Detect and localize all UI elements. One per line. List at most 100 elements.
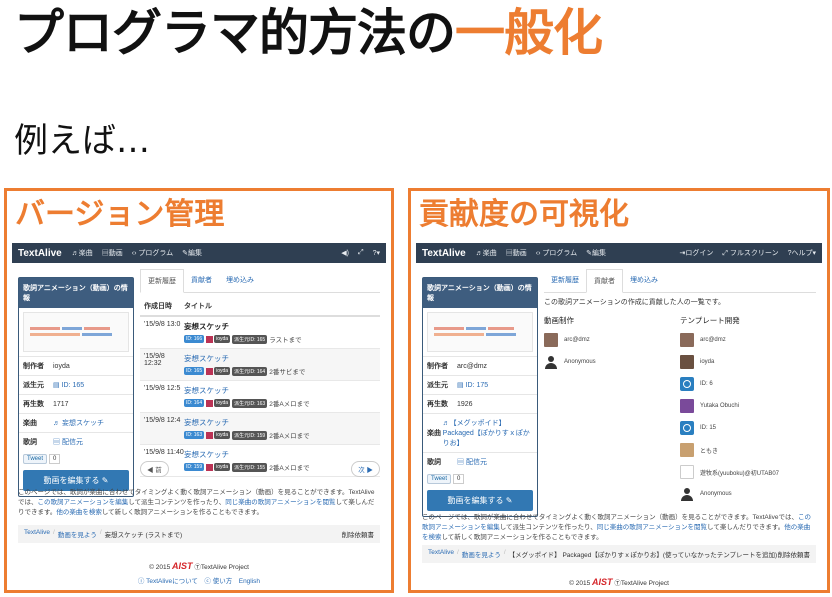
breadcrumb-videos[interactable]: 動画を見よう	[462, 549, 501, 559]
brand-logo[interactable]: TextAlive	[422, 248, 466, 259]
tweet-button[interactable]: Tweet	[23, 454, 48, 464]
info-row-plays: 再生数 1926	[423, 394, 537, 413]
video-thumbnail[interactable]	[427, 312, 533, 352]
breadcrumb-home[interactable]: TextAlive	[24, 529, 50, 539]
contributor-name: Anonymous	[700, 491, 732, 497]
row-value[interactable]: ioyda	[53, 363, 70, 370]
browse-link[interactable]: 同じ楽曲の歌詞アニメーションを閲覧	[225, 499, 335, 506]
row-value[interactable]: ♬ 妄想スケッチ	[53, 418, 104, 428]
breadcrumb: TextAlive / 動画を見よう / 【メグッポイド】 Packaged【ぽかり…	[422, 545, 816, 563]
tab-history[interactable]: 更新履歴	[140, 269, 184, 293]
tab-embed[interactable]: 埋め込み	[623, 269, 665, 292]
navbar: TextAlive ♬楽曲 ▤動画 ‹› プログラム ✎編集 ⇥ログイン ⤢ フ…	[416, 243, 822, 263]
contributor-name: arc@dmz	[564, 337, 590, 343]
nav-videos[interactable]: ▤動画	[102, 248, 123, 258]
contributor[interactable]: 遊牧系(yuuboku)@初UTAB07	[680, 462, 816, 482]
tab-embed[interactable]: 埋め込み	[219, 269, 261, 292]
delete-request-link[interactable]: 削除依頼書	[342, 529, 375, 539]
row-title[interactable]: 妄想スケッチ	[184, 385, 376, 396]
row-title: 妄想スケッチ	[184, 322, 229, 331]
contributor[interactable]: Anonymous	[544, 352, 680, 372]
desc-text: して新しく歌詞アニメーションを作ることもできます。	[441, 534, 603, 541]
help-menu[interactable]: ?ヘルプ▾	[788, 248, 816, 258]
login-link[interactable]: ⇥ログイン	[680, 248, 714, 258]
nav-songs[interactable]: ♬楽曲	[72, 248, 93, 258]
nav-songs[interactable]: ♬楽曲	[476, 248, 497, 258]
delete-request-link[interactable]: 削除依頼書	[778, 549, 811, 559]
row-title[interactable]: 妄想スケッチ	[184, 417, 376, 428]
project-logo[interactable]: ⓉTextAlive Project	[614, 580, 669, 587]
history-table: 作成日時 タイトル '15/9/8 13:0 妄想スケッチ ID: 166 ioyd…	[140, 297, 380, 477]
nav-edit[interactable]: ✎編集	[586, 248, 606, 258]
row-title[interactable]: 妄想スケッチ	[184, 353, 376, 364]
video-thumbnail[interactable]	[23, 312, 129, 352]
aist-logo[interactable]: AIST	[592, 577, 613, 587]
edit-link[interactable]: この歌詞アニメーションを編集	[38, 499, 129, 506]
breadcrumb-home[interactable]: TextAlive	[428, 549, 454, 559]
table-row[interactable]: '15/9/8 12:5 妄想スケッチ ID: 164 ioyda 派生元ID: 1…	[140, 381, 380, 413]
info-row-origin: 派生元 ▤ ID: 165	[19, 375, 133, 394]
contributor[interactable]: ID: 15	[680, 418, 816, 438]
row-date: '15/9/8 12:32	[144, 353, 165, 367]
desc-text: して派生コンテンツを作ったり、	[499, 524, 597, 531]
prev-page-button[interactable]: ◀ 前	[140, 461, 169, 477]
nav-programs[interactable]: ‹› プログラム	[536, 248, 577, 258]
avatar	[680, 333, 694, 347]
nav-videos[interactable]: ▤動画	[506, 248, 527, 258]
table-row[interactable]: '15/9/8 12:4 妄想スケッチ ID: 163 ioyda 派生元ID: 1…	[140, 413, 380, 445]
row-value[interactable]: ▤ ID: 165	[53, 381, 84, 389]
edit-video-button[interactable]: 動画を編集する ✎	[427, 490, 533, 511]
row-key: 楽曲	[427, 430, 441, 437]
volume-icon[interactable]: ◀)	[341, 249, 349, 257]
tab-contributors[interactable]: 貢献者	[586, 269, 623, 293]
project-logo[interactable]: ⓉTextAlive Project	[194, 564, 249, 571]
tab-contributors[interactable]: 貢献者	[184, 269, 219, 292]
contributor-name: ID: 15	[700, 425, 717, 431]
footer: © 2015 AIST ⓉTextAlive Project	[416, 577, 822, 587]
table-row[interactable]: '15/9/8 13:0 妄想スケッチ ID: 166 ioyda 派生元ID: 1…	[140, 317, 380, 349]
row-value[interactable]: ▤ 配信元	[53, 437, 83, 447]
next-page-button[interactable]: 次 ▶	[351, 461, 380, 477]
footer: © 2015 AIST ⓉTextAlive Project	[12, 561, 386, 571]
breadcrumb-videos[interactable]: 動画を見よう	[58, 529, 97, 539]
tweet-count: 0	[49, 454, 61, 464]
contributor[interactable]: ioyda	[680, 352, 816, 372]
contributor[interactable]: arc@dmz	[544, 330, 680, 350]
info-row-lyrics: 歌詞 ▤ 配信元	[423, 452, 537, 471]
tab-bar: 更新履歴 貢献者 埋め込み	[140, 269, 380, 293]
row-value[interactable]: ▤ ID: 175	[457, 381, 488, 389]
desc-text: して新しく歌詞アニメーションを作ることもできます。	[101, 509, 263, 516]
row-value[interactable]: arc@dmz	[457, 363, 487, 370]
breadcrumb-current: 【メグッポイド】 Packaged【ぽかりすｘぽかりお】(使っていなかったテンプ…	[508, 552, 778, 559]
contributor[interactable]: Anonymous	[680, 484, 816, 504]
tweet-widget: Tweet 0	[23, 454, 129, 464]
origin-badge: 派生元ID: 163	[232, 398, 268, 408]
fullscreen-icon[interactable]: ⤢	[358, 249, 364, 257]
user-avatar	[206, 399, 214, 407]
browse-link[interactable]: 同じ楽曲の歌詞アニメーションを閲覧	[597, 524, 707, 531]
search-link[interactable]: 他の楽曲を検索	[56, 509, 102, 516]
row-value[interactable]: ♬【メグッポイド】 Packaged【ぽかりすｘぽかりお】	[443, 418, 533, 448]
id-badge: ID: 164	[184, 399, 205, 407]
row-title[interactable]: 妄想スケッチ	[184, 449, 376, 460]
tweet-button[interactable]: Tweet	[427, 474, 452, 484]
footer-links[interactable]: ⓘ TextAliveについて ⓒ 使い方 English	[12, 575, 386, 585]
tab-history[interactable]: 更新履歴	[544, 269, 586, 292]
contributor[interactable]: Yutaka Obuchi	[680, 396, 816, 416]
contributor[interactable]: ともき	[680, 440, 816, 460]
contributor[interactable]: arc@dmz	[680, 330, 816, 350]
contributor[interactable]: ID: 6	[680, 374, 816, 394]
brand-logo[interactable]: TextAlive	[18, 248, 62, 259]
aist-logo[interactable]: AIST	[172, 561, 193, 571]
fullscreen-link[interactable]: ⤢ フルスクリーン	[722, 248, 778, 258]
user-badge: ioyda	[214, 335, 231, 343]
nav-edit[interactable]: ✎編集	[182, 248, 202, 258]
help-icon[interactable]: ?▾	[373, 249, 380, 257]
row-value[interactable]: ▤ 配信元	[457, 457, 487, 467]
desc-text: して楽しんだりできます。	[707, 524, 785, 531]
row-note: 2番Aメロまで	[269, 401, 310, 408]
origin-badge: 派生元ID: 159	[232, 430, 268, 440]
nav-programs[interactable]: ‹› プログラム	[132, 248, 173, 258]
template-developers-column: テンプレート開発 arc@dmz ioyda ID: 6 Yutaka Obuc…	[680, 315, 816, 506]
table-row[interactable]: '15/9/8 12:32 妄想スケッチ ID: 165 ioyda 派生元ID: …	[140, 349, 380, 381]
